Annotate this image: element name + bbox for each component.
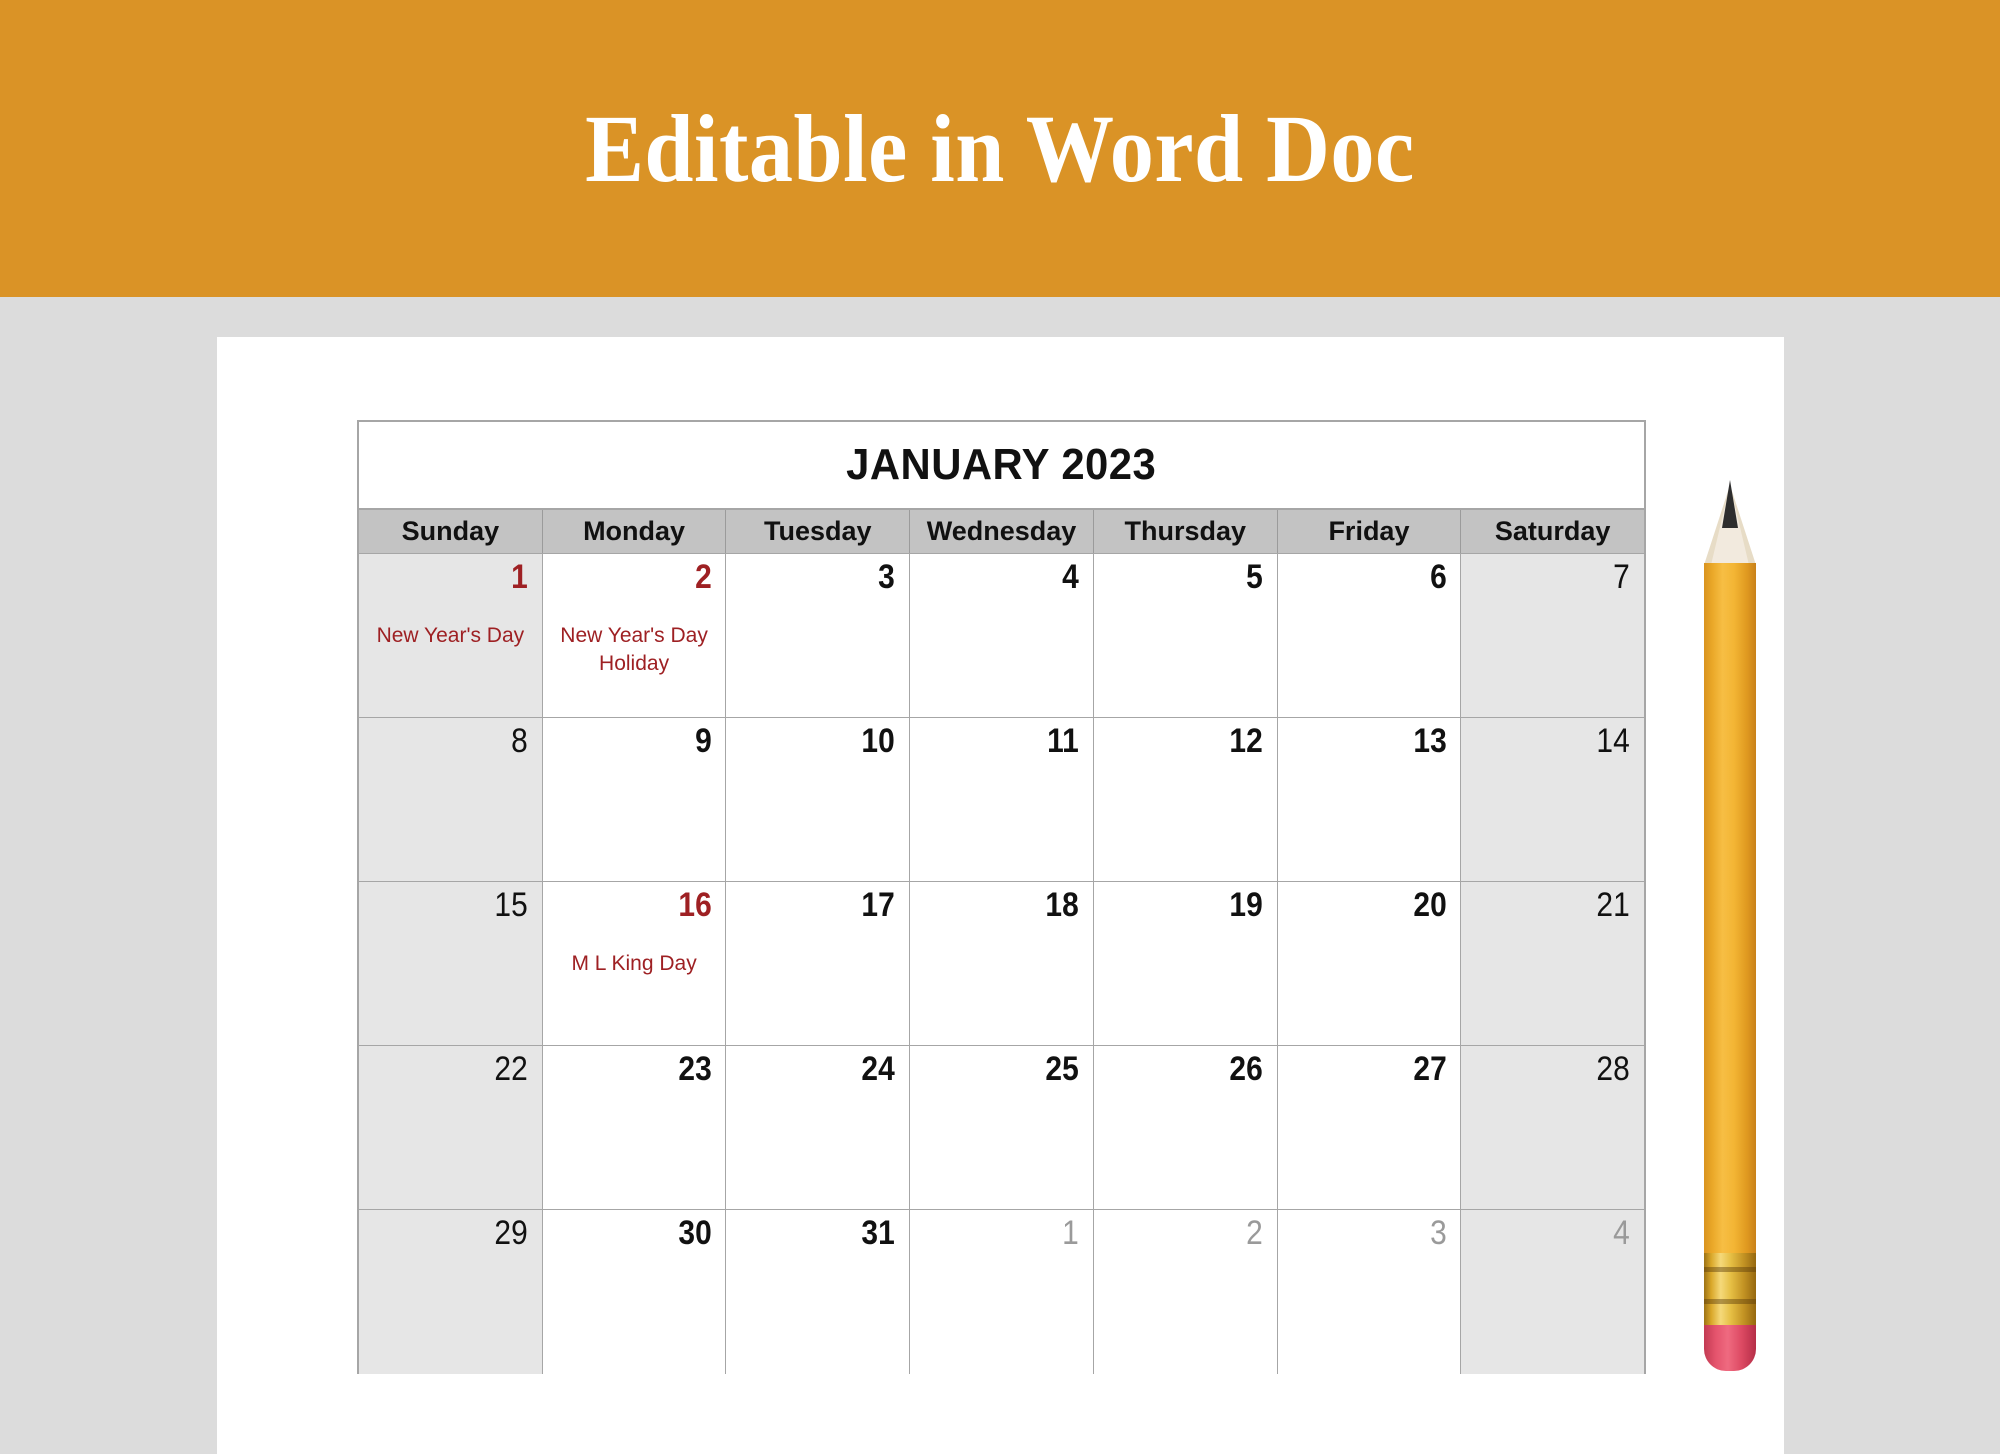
calendar-day-cell[interactable]: 7 (1461, 554, 1645, 717)
calendar-day-cell[interactable]: 17 (726, 882, 911, 1045)
day-number: 16 (678, 886, 712, 924)
day-number: 29 (494, 1214, 528, 1252)
calendar-day-cell[interactable]: 1 New Year's Day (359, 554, 543, 717)
calendar-day-cell[interactable]: 15 (359, 882, 543, 1045)
day-event-label: New Year's Day Holiday (560, 624, 708, 675)
calendar-day-cell[interactable]: 5 (1093, 554, 1278, 717)
day-number: 3 (878, 558, 896, 596)
day-header-tuesday: Tuesday (726, 510, 911, 553)
calendar-title: JANUARY 2023 (846, 440, 1157, 489)
day-number: 30 (678, 1214, 712, 1252)
day-header-wednesday: Wednesday (910, 510, 1094, 553)
day-number: 8 (511, 722, 528, 760)
day-header-thursday: Thursday (1094, 510, 1278, 553)
calendar-day-cell[interactable]: 30 (542, 1210, 727, 1374)
day-header-saturday: Saturday (1494, 516, 1611, 546)
calendar-day-cell[interactable]: 28 (1461, 1046, 1645, 1209)
day-number: 11 (1047, 722, 1079, 760)
pencil-body (1704, 563, 1756, 1253)
calendar-week-row: 29 30 31 1 2 3 4 (359, 1210, 1645, 1374)
calendar-day-cell[interactable]: 2 (1093, 1210, 1278, 1374)
calendar-day-cell[interactable]: 4 (1461, 1210, 1645, 1374)
day-number: 19 (1229, 886, 1263, 924)
calendar-week-row: 15 16 M L King Day 17 18 19 20 21 (359, 882, 1645, 1046)
calendar-day-cell[interactable]: 21 (1461, 882, 1645, 1045)
calendar-day-cell[interactable]: 27 (1277, 1046, 1462, 1209)
calendar-day-cell[interactable]: 20 (1277, 882, 1462, 1045)
day-number: 23 (678, 1050, 712, 1088)
calendar-day-cell[interactable]: 19 (1093, 882, 1278, 1045)
calendar-day-cell[interactable]: 16 M L King Day (542, 882, 727, 1045)
calendar-day-cell[interactable]: 2 New Year's Day Holiday (542, 554, 727, 717)
day-number: 24 (861, 1050, 896, 1088)
calendar-day-cell[interactable]: 25 (910, 1046, 1094, 1209)
day-number: 27 (1413, 1050, 1447, 1088)
calendar-day-cell[interactable]: 10 (726, 718, 911, 881)
day-number: 21 (1596, 886, 1631, 924)
day-number: 18 (1045, 886, 1079, 924)
calendar-day-cell[interactable]: 18 (910, 882, 1094, 1045)
day-number: 2 (694, 558, 712, 596)
banner-title: Editable in Word Doc (585, 94, 1415, 202)
pencil-illustration (1704, 440, 1756, 1371)
day-number: 10 (861, 722, 896, 760)
pencil-lead-icon (1722, 480, 1738, 528)
day-number: 2 (1245, 1214, 1263, 1252)
calendar-day-cell[interactable]: 31 (726, 1210, 911, 1374)
day-number: 3 (1429, 1214, 1447, 1252)
calendar-day-cell[interactable]: 6 (1277, 554, 1462, 717)
calendar-day-cell[interactable]: 3 (726, 554, 911, 717)
day-number: 26 (1229, 1050, 1263, 1088)
calendar-day-cell[interactable]: 3 (1277, 1210, 1462, 1374)
top-banner: Editable in Word Doc (0, 0, 2000, 297)
calendar-day-cell[interactable]: 24 (726, 1046, 911, 1209)
pencil-eraser (1704, 1325, 1756, 1371)
day-number: 12 (1229, 722, 1263, 760)
day-number: 13 (1413, 722, 1447, 760)
calendar-day-cell[interactable]: 26 (1093, 1046, 1278, 1209)
day-number: 31 (861, 1214, 896, 1252)
day-event-label: New Year's Day (376, 624, 525, 647)
day-header-monday: Monday (543, 510, 727, 553)
day-number: 20 (1413, 886, 1447, 924)
day-of-week-header: Sunday Monday Tuesday Wednesday Thursday Frid… (359, 510, 1644, 554)
calendar-day-cell[interactable]: 14 (1461, 718, 1645, 881)
day-number: 14 (1596, 722, 1631, 760)
day-number: 25 (1045, 1050, 1079, 1088)
calendar-day-cell[interactable]: 13 (1277, 718, 1462, 881)
calendar-day-cell[interactable]: 12 (1093, 718, 1278, 881)
calendar-day-cell[interactable]: 29 (359, 1210, 543, 1374)
day-number: 15 (494, 886, 528, 924)
calendar-title-row: JANUARY 2023 (359, 422, 1644, 510)
day-number: 4 (1613, 1214, 1631, 1252)
day-number: 9 (694, 722, 712, 760)
calendar-day-cell[interactable]: 4 (910, 554, 1094, 717)
day-number: 7 (1613, 558, 1631, 596)
calendar-weeks: 1 New Year's Day 2 New Year's Day Holiday 3 4 5… (359, 554, 1645, 1374)
calendar-day-cell[interactable]: 11 (910, 718, 1094, 881)
calendar-day-cell[interactable]: 23 (542, 1046, 727, 1209)
day-number: 22 (494, 1050, 528, 1088)
day-number: 17 (861, 886, 896, 924)
pencil-ferrule (1704, 1253, 1756, 1327)
day-event-label: M L King Day (571, 952, 697, 975)
calendar-table: JANUARY 2023 Sunday Monday Tuesday Wednesda… (357, 420, 1646, 1374)
calendar-day-cell[interactable]: 9 (542, 718, 727, 881)
day-header-sunday: Sunday (359, 510, 543, 553)
calendar-week-row: 1 New Year's Day 2 New Year's Day Holiday 3 4 5… (359, 554, 1645, 718)
calendar-week-row: 8 9 10 11 12 13 14 (359, 718, 1645, 882)
day-number: 5 (1245, 558, 1263, 596)
calendar-day-cell[interactable]: 8 (359, 718, 543, 881)
day-number: 1 (511, 558, 528, 596)
day-number: 1 (1062, 1214, 1079, 1252)
day-number: 4 (1062, 558, 1079, 596)
day-number: 28 (1596, 1050, 1631, 1088)
calendar-day-cell[interactable]: 1 (910, 1210, 1094, 1374)
calendar-day-cell[interactable]: 22 (359, 1046, 543, 1209)
day-header-friday: Friday (1278, 510, 1462, 553)
calendar-week-row: 22 23 24 25 26 27 28 (359, 1046, 1645, 1210)
day-number: 6 (1429, 558, 1447, 596)
